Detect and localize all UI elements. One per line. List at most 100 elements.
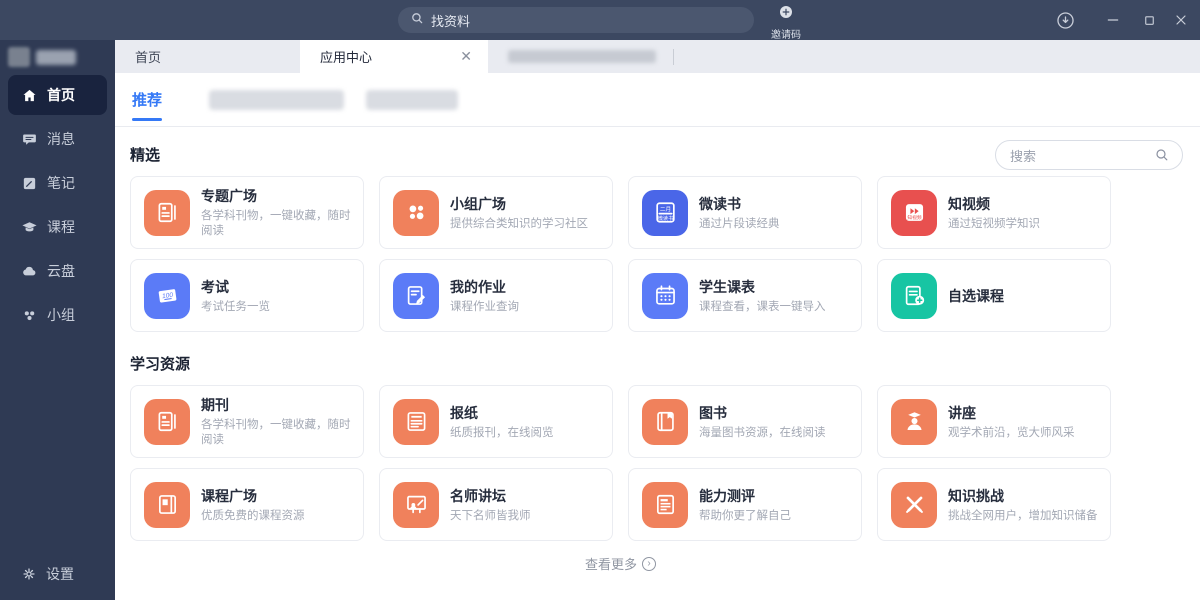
- app-card-desc: 课程查看，课表一键导入: [699, 300, 854, 315]
- username-blurred: [36, 50, 76, 65]
- app-card-desc: 提供综合类知识的学习社区: [450, 217, 605, 232]
- blurred-category-tab[interactable]: [366, 90, 458, 110]
- app-center-content: 搜索 精选 专题广场 各学科刊物，一键收藏，随时阅读 小组广场 提供综合类知识的…: [115, 127, 1200, 600]
- app-card-desc: 帮助你更了解自己: [699, 509, 854, 524]
- tab-label: 应用中心: [320, 47, 372, 66]
- tab-recommended[interactable]: 推荐: [130, 89, 164, 110]
- graduation-cap-icon: [21, 219, 38, 236]
- svg-text:微读书: 微读书: [657, 214, 672, 222]
- maximize-button[interactable]: [1134, 0, 1164, 40]
- invite-code-label: 邀请码: [771, 26, 801, 41]
- app-card-title: 微读书: [699, 194, 854, 214]
- app-card-title: 考试: [201, 277, 356, 297]
- app-card[interactable]: 小组广场 提供综合类知识的学习社区: [379, 176, 613, 249]
- app-card[interactable]: 知视频 知视频 通过短视频学知识: [877, 176, 1111, 249]
- app-card-desc: 通过短视频学知识: [948, 217, 1103, 232]
- app-card[interactable]: 学生课表 课程查看，课表一键导入: [628, 259, 862, 332]
- app-card[interactable]: 自选课程: [877, 259, 1111, 332]
- sidebar-item-messages[interactable]: 消息: [8, 119, 107, 159]
- app-card-title: 图书: [699, 403, 854, 423]
- view-more-button[interactable]: 查看更多 ›: [130, 554, 1111, 573]
- tab-close-icon[interactable]: ✕: [456, 46, 476, 67]
- sidebar-item-groups[interactable]: 小组: [8, 295, 107, 335]
- category-tabs: 推荐: [115, 73, 1200, 127]
- app-card-desc: 纸质报刊，在线阅览: [450, 426, 605, 441]
- exam-icon: 100: [144, 273, 190, 319]
- book-icon: [642, 399, 688, 445]
- app-card[interactable]: 报纸 纸质报刊，在线阅览: [379, 385, 613, 458]
- sidebar: 首页 消息 笔记 课程 云盘 小组: [0, 40, 115, 600]
- app-card[interactable]: 课程广场 优质免费的课程资源: [130, 468, 364, 541]
- avatar: [8, 47, 30, 67]
- app-card[interactable]: 讲座 观学术前沿，览大师风采: [877, 385, 1111, 458]
- section-title-resources: 学习资源: [130, 353, 1200, 374]
- app-card-desc: 海量图书资源，在线阅读: [699, 426, 854, 441]
- app-card[interactable]: 100 考试 考试任务一览: [130, 259, 364, 332]
- app-card-title: 能力测评: [699, 486, 854, 506]
- sidebar-item-label: 消息: [47, 129, 75, 149]
- app-card[interactable]: 期刊 各学科刊物，一键收藏，随时阅读: [130, 385, 364, 458]
- app-card[interactable]: 名师讲坛 天下名师皆我师: [379, 468, 613, 541]
- app-card[interactable]: 知识挑战 挑战全网用户，增加知识储备: [877, 468, 1111, 541]
- app-card-desc: 各学科刊物，一键收藏，随时阅读: [201, 418, 356, 448]
- minimize-button[interactable]: [1098, 0, 1128, 40]
- app-card-desc: 挑战全网用户，增加知识储备: [948, 509, 1103, 524]
- cloud-icon: [21, 263, 38, 280]
- report-icon: [642, 482, 688, 528]
- app-card-title: 期刊: [201, 395, 356, 415]
- gear-icon: [21, 566, 37, 582]
- note-icon: [21, 175, 38, 192]
- sidebar-item-courses[interactable]: 课程: [8, 207, 107, 247]
- group-circles-icon: [393, 190, 439, 236]
- tab-recommended-label: 推荐: [132, 92, 162, 109]
- course-book-icon: [144, 482, 190, 528]
- app-card-desc: 优质免费的课程资源: [201, 509, 356, 524]
- app-card-title: 专题广场: [201, 186, 356, 206]
- global-search-input[interactable]: 找资料: [398, 7, 754, 33]
- app-card[interactable]: 图书 海量图书资源，在线阅读: [628, 385, 862, 458]
- app-card-title: 学生课表: [699, 277, 854, 297]
- tab-label: 首页: [135, 47, 161, 66]
- sidebar-item-home[interactable]: 首页: [8, 75, 107, 115]
- calendar-icon: [642, 273, 688, 319]
- app-card[interactable]: 专题广场 各学科刊物，一键收藏，随时阅读: [130, 176, 364, 249]
- user-profile[interactable]: [8, 47, 76, 67]
- app-card-title: 报纸: [450, 403, 605, 423]
- settings-label: 设置: [46, 564, 74, 584]
- sidebar-item-cloud[interactable]: 云盘: [8, 251, 107, 291]
- close-button[interactable]: [1166, 0, 1196, 40]
- sidebar-item-label: 小组: [47, 305, 75, 325]
- swords-icon: [891, 482, 937, 528]
- group-icon: [21, 307, 38, 324]
- app-card[interactable]: 我的作业 课程作业查询: [379, 259, 613, 332]
- tab-bar: 首页 应用中心 ✕: [115, 40, 1200, 73]
- global-search-placeholder: 找资料: [431, 11, 470, 30]
- maximize-icon: [1142, 13, 1157, 28]
- tab-blurred[interactable]: [488, 40, 673, 73]
- app-card[interactable]: 二月微读书 微读书 通过片段读经典: [628, 176, 862, 249]
- doc-plus-icon: [891, 273, 937, 319]
- app-card[interactable]: 能力测评 帮助你更了解自己: [628, 468, 862, 541]
- app-card-title: 名师讲坛: [450, 486, 605, 506]
- app-card-desc: 各学科刊物，一键收藏，随时阅读: [201, 209, 356, 239]
- tab-home[interactable]: 首页: [115, 40, 300, 73]
- home-icon: [21, 87, 38, 104]
- download-button[interactable]: [1048, 0, 1082, 40]
- app-card-title: 自选课程: [948, 286, 1103, 306]
- chevron-right-icon: ›: [642, 557, 656, 571]
- sidebar-item-label: 课程: [47, 217, 75, 237]
- window-titlebar: 找资料 邀请码: [0, 0, 1200, 40]
- minimize-icon: [1105, 12, 1121, 28]
- close-icon: [1173, 12, 1189, 28]
- sidebar-item-settings[interactable]: 设置: [21, 564, 74, 584]
- svg-text:知视频: 知视频: [907, 214, 921, 221]
- app-card-title: 知识挑战: [948, 486, 1103, 506]
- newspaper-icon: [393, 399, 439, 445]
- app-search-input[interactable]: 搜索: [995, 140, 1183, 170]
- sidebar-item-notes[interactable]: 笔记: [8, 163, 107, 203]
- invite-code-button[interactable]: 邀请码: [760, 4, 812, 41]
- tab-app-center[interactable]: 应用中心 ✕: [300, 40, 488, 73]
- micro-book-icon: 二月微读书: [642, 190, 688, 236]
- resources-card-grid: 期刊 各学科刊物，一键收藏，随时阅读 报纸 纸质报刊，在线阅览 图书 海量图书资…: [130, 385, 1200, 541]
- blurred-category-tab[interactable]: [209, 90, 344, 110]
